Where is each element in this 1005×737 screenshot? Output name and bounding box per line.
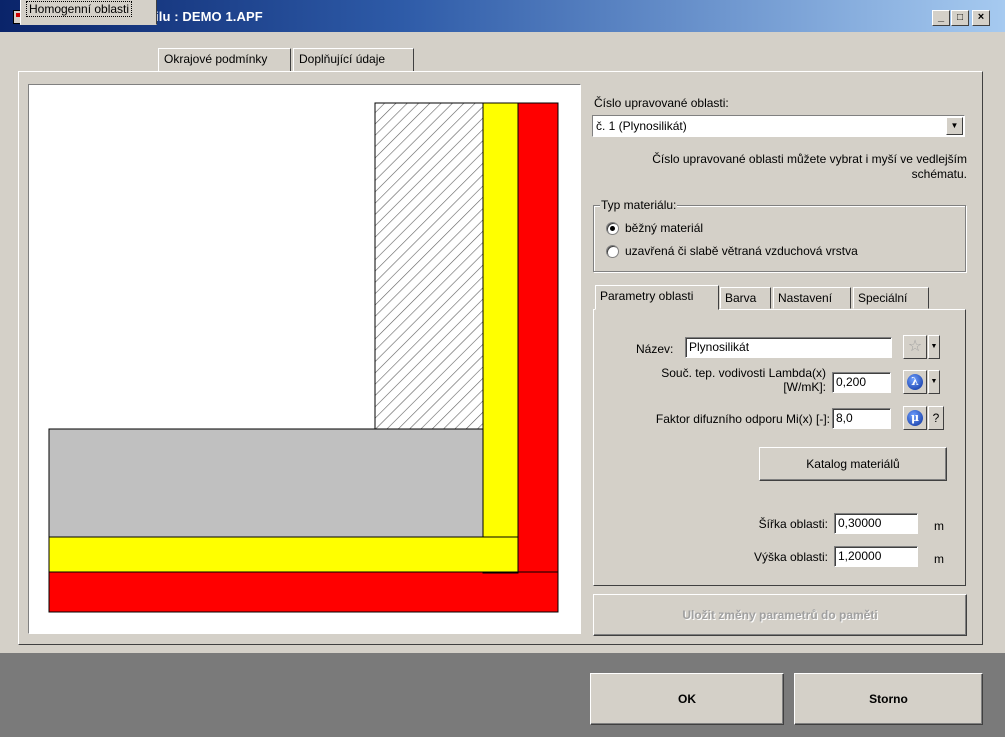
name-label: Název: <box>636 342 674 356</box>
tab-doplnujici-udaje[interactable]: Doplňující údaje <box>293 48 414 72</box>
mi-input[interactable]: 8,0 <box>832 408 891 429</box>
chevron-down-icon[interactable]: ▼ <box>946 117 963 135</box>
material-catalog-button[interactable]: Katalog materiálů <box>759 447 947 481</box>
mi-icon: μ <box>907 410 923 426</box>
lambda-button[interactable]: λ <box>903 370 927 394</box>
close-button[interactable]: × <box>972 10 990 26</box>
width-unit: m <box>934 519 944 533</box>
lambda-icon: λ <box>907 374 923 390</box>
lambda-input[interactable]: 0,200 <box>832 372 891 393</box>
subtab-label: Barva <box>725 291 757 305</box>
subtab-nastaveni[interactable]: Nastavení <box>773 287 851 309</box>
tab-label: Doplňující údaje <box>299 52 386 66</box>
region-hint-line2: schématu. <box>911 167 967 181</box>
tab-okrajove-podminky[interactable]: Okrajové podmínky <box>158 48 291 72</box>
mi-label: Faktor difuzního odporu Mi(x) [-]: <box>655 412 830 426</box>
schematic-svg <box>48 102 559 613</box>
region-yellow-horizontal[interactable] <box>48 536 519 573</box>
favorite-button[interactable]: ☆ <box>903 335 927 359</box>
height-unit: m <box>934 552 944 566</box>
subtab-parametry-oblasti[interactable]: Parametry oblasti <box>595 285 719 310</box>
lambda-dropdown-button[interactable]: ▼ <box>928 370 940 394</box>
region-gray[interactable] <box>48 428 484 538</box>
width-label: Šířka oblasti: <box>758 517 828 531</box>
region-hatched[interactable] <box>374 102 484 431</box>
region-red-vertical[interactable] <box>517 102 559 574</box>
radio-common-material-label[interactable]: běžný materiál <box>625 221 703 235</box>
tab-label: Homogenní oblasti <box>26 1 133 17</box>
save-parameters-button[interactable]: Uložit změny parametrů do paměti <box>593 594 967 636</box>
subtab-label: Parametry oblasti <box>600 289 694 303</box>
height-label: Výška oblasti: <box>753 550 828 564</box>
height-input[interactable]: 1,20000 <box>834 546 918 567</box>
tab-homogenni-oblasti[interactable]: Homogenní oblasti <box>20 0 157 25</box>
ok-button[interactable]: OK <box>590 673 784 725</box>
lambda-label-line2: [W/mK]: <box>783 380 826 394</box>
tab-label: Okrajové podmínky <box>164 52 268 66</box>
cancel-button[interactable]: Storno <box>794 673 983 725</box>
detail-schematic[interactable] <box>28 84 581 634</box>
subtab-label: Nastavení <box>778 291 833 305</box>
region-hint-line1: Číslo upravované oblasti můžete vybrat i… <box>652 152 967 166</box>
name-input[interactable]: Plynosilikát <box>685 337 892 358</box>
help-button[interactable]: ? <box>928 406 944 430</box>
mi-button[interactable]: μ <box>903 406 927 430</box>
maximize-button[interactable]: □ <box>951 10 969 26</box>
subtab-specialni[interactable]: Speciální <box>853 287 929 309</box>
star-icon: ☆ <box>907 338 923 355</box>
subtab-barva[interactable]: Barva <box>720 287 771 309</box>
region-number-label: Číslo upravované oblasti: <box>594 96 729 110</box>
radio-air-layer[interactable] <box>606 245 619 258</box>
subtab-label: Speciální <box>858 291 908 305</box>
lambda-label-line1: Souč. tep. vodivosti Lambda(x) <box>661 366 826 380</box>
material-type-legend: Typ materiálu: <box>600 198 678 212</box>
region-red-horizontal[interactable] <box>48 571 559 613</box>
material-type-group: Typ materiálu: <box>593 198 966 272</box>
region-select-value: č. 1 (Plynosilikát) <box>596 119 687 133</box>
radio-air-layer-label[interactable]: uzavřená či slabě větraná vzduchová vrst… <box>625 244 858 258</box>
width-input[interactable]: 0,30000 <box>834 513 918 534</box>
region-select[interactable]: č. 1 (Plynosilikát) ▼ <box>592 115 965 137</box>
radio-common-material[interactable] <box>606 222 619 235</box>
region-yellow-vertical[interactable] <box>482 102 519 574</box>
minimize-button[interactable]: _ <box>932 10 950 26</box>
favorite-dropdown-button[interactable]: ▼ <box>928 335 940 359</box>
